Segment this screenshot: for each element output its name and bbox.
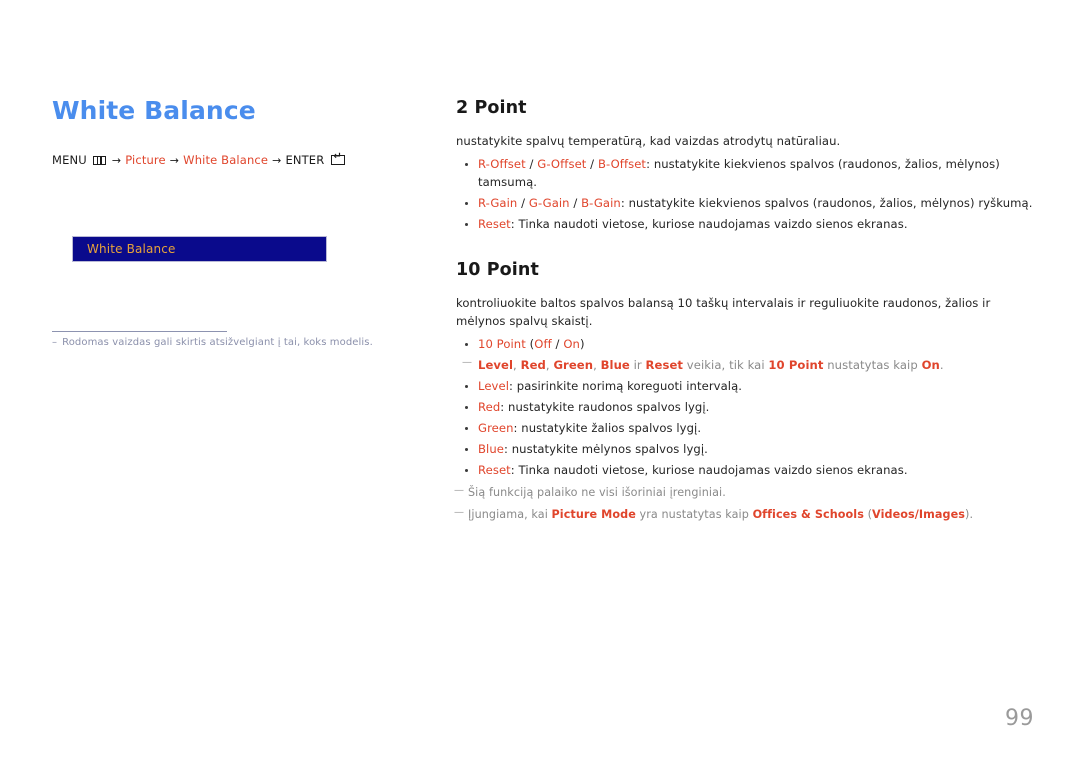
osd-selected-item-label: White Balance xyxy=(87,242,176,256)
section-list-1: 10 Point (Off / On) Level, Red, Green, Bl… xyxy=(456,336,1042,479)
section-0-item-2-part-0: Reset xyxy=(478,216,511,231)
section-1-tailnote-1-part-0: Įjungiama, kai xyxy=(468,508,552,522)
section-0-item-1-part-4: B-Gain xyxy=(581,195,621,210)
section-1-item-1-part-13: . xyxy=(939,357,944,372)
list-item: Blue: nustatykite mėlynos spalvos lygį. xyxy=(456,441,1042,458)
section-0-item-2-part-1: : Tinka naudoti vietose, kuriose naudoja… xyxy=(510,216,908,231)
section-heading-1: 10 Point xyxy=(456,260,539,281)
tail-note: Įjungiama, kai Picture Mode yra nustatyt… xyxy=(454,505,1042,524)
list-item: Reset: Tinka naudoti vietose, kuriose na… xyxy=(456,462,1042,479)
breadcrumb-arrow-1: → xyxy=(111,153,122,167)
section-1-tailnote-1-part-6: ). xyxy=(965,508,974,522)
list-item: Reset: Tinka naudoti vietose, kuriose na… xyxy=(456,216,1042,233)
section-1-item-0-part-4: On xyxy=(563,336,580,351)
section-1-item-3-part-1: : nustatykite raudonos spalvos lygį. xyxy=(500,399,710,414)
section-heading-0: 2 Point xyxy=(456,98,527,118)
section-1-item-1-part-1: , xyxy=(513,357,521,372)
section-0-item-1-part-5: : nustatykite kiekvienos spalvos (raudon… xyxy=(620,195,1033,210)
section-1-item-2-part-1: : pasirinkite norimą koreguoti intervalą… xyxy=(509,378,743,393)
list-item: 10 Point (Off / On) xyxy=(456,336,1042,353)
section-1-item-1-part-0: Level xyxy=(478,357,514,372)
section-1-item-5-part-0: Blue xyxy=(478,441,504,456)
section-0-item-1-part-0: R-Gain xyxy=(478,195,518,210)
section-1-item-5-part-1: : nustatykite mėlynos spalvos lygį. xyxy=(503,441,708,456)
section-1-item-0-part-5: ) xyxy=(579,336,585,351)
menu-path-breadcrumb: MENU → Picture → White Balance → ENTER xyxy=(52,152,422,167)
list-item: Green: nustatykite žalios spalvos lygį. xyxy=(456,420,1042,437)
footnote-text: Rodomas vaizdas gali skirtis atsižvelgia… xyxy=(62,337,373,348)
section-1-item-1-part-10: 10 Point xyxy=(768,357,824,372)
section-1-tailnote-0-part-0: Šią funkciją palaiko ne visi išoriniai į… xyxy=(468,486,726,500)
breadcrumb-arrow-3: → xyxy=(272,153,282,167)
section-0-item-0-part-3: / xyxy=(586,157,598,172)
footnote-dash: – xyxy=(52,337,58,348)
menu-label: MENU xyxy=(52,153,87,167)
section-0-item-1-part-1: / xyxy=(517,195,529,210)
page-title: White Balance xyxy=(52,96,256,125)
section-1-item-1-part-5: , xyxy=(593,357,601,372)
section-1-item-6-part-0: Reset xyxy=(478,462,511,477)
breadcrumb-arrow-2: → xyxy=(169,153,180,167)
breadcrumb-step-picture: Picture xyxy=(125,153,166,167)
section-1-item-4-part-1: : nustatykite žalios spalvos lygį. xyxy=(513,420,702,435)
section-list-0: R-Offset / G-Offset / B-Offset : nustatyk… xyxy=(456,156,1042,233)
section-0-item-1-part-2: G-Gain xyxy=(528,195,570,210)
section-1-item-1-part-12: On xyxy=(921,357,940,372)
list-item: R-Offset / G-Offset / B-Offset: nustatyk… xyxy=(456,156,1042,191)
section-1-tailnote-1-part-4: ( xyxy=(863,508,873,522)
manual-page: White Balance MENU → Picture → White Bal… xyxy=(0,0,1080,763)
section-1-item-2-part-0: Level xyxy=(478,378,510,393)
list-subnote: Level, Red, Green, Blue ir Reset veikia,… xyxy=(456,355,1042,374)
menu-icon xyxy=(92,155,106,165)
section-0-item-0-part-2: G-Offset xyxy=(537,157,587,172)
left-column: White Balance MENU → Picture → White Bal… xyxy=(52,96,422,167)
section-1-item-1-part-11: nustatytas kaip xyxy=(823,357,922,372)
section-1-item-4-part-0: Green xyxy=(478,420,514,435)
list-item: Red: nustatykite raudonos spalvos lygį. xyxy=(456,399,1042,416)
section-0-item-1-part-3: / xyxy=(569,195,582,210)
section-tail-notes-1: Šią funkciją palaiko ne visi išoriniai į… xyxy=(454,483,1042,524)
section-0-item-0-part-0: R-Offset xyxy=(478,157,526,172)
section-1-tailnote-1-part-5: Videos/Images xyxy=(872,508,966,522)
section-1-item-1-part-9: veikia, tik kai xyxy=(683,357,769,372)
section-1-item-1-part-2: Red xyxy=(520,357,546,372)
enter-label: ENTER xyxy=(285,153,325,167)
section-1-item-1-part-8: Reset xyxy=(645,357,684,372)
section-0-item-0-part-1: / xyxy=(525,157,538,172)
list-item: Level: pasirinkite norimą koreguoti inte… xyxy=(456,378,1042,395)
right-column: 2 Point nustatykite spalvų temperatūrą, k… xyxy=(454,98,1042,529)
left-footnote: – Rodomas vaizdas gali skirtis atsižvelg… xyxy=(52,336,412,351)
section-intro-1: kontroliuokite baltos spalvos balansą 10… xyxy=(456,296,991,328)
section-1-item-1-part-7: ir xyxy=(629,357,646,372)
section-1-item-1-part-4: Green xyxy=(553,357,594,372)
section-1-item-0-part-3: / xyxy=(551,336,564,351)
section-1-item-6-part-1: : Tinka naudoti vietose, kuriose naudoja… xyxy=(510,462,908,477)
section-1-item-0-part-2: Off xyxy=(534,336,552,351)
section-1-tailnote-1-part-2: yra nustatytas kaip xyxy=(635,508,753,522)
tail-note: Šią funkciją palaiko ne visi išoriniai į… xyxy=(454,483,1042,502)
section-1-item-3-part-0: Red xyxy=(478,399,501,414)
section-1-item-0-part-1: ( xyxy=(525,336,535,351)
footnote-divider xyxy=(52,331,227,332)
osd-menu-screenshot: White Balance xyxy=(72,236,327,262)
list-item: R-Gain / G-Gain / B-Gain: nustatykite ki… xyxy=(456,195,1042,212)
breadcrumb-step-white-balance: White Balance xyxy=(183,153,269,167)
section-1-tailnote-1-part-1: Picture Mode xyxy=(551,508,636,522)
enter-icon xyxy=(331,152,346,165)
section-1-item-0-part-0: 10 Point xyxy=(478,336,526,351)
section-0-item-0-part-4: B-Offset xyxy=(597,157,647,172)
section-1-tailnote-1-part-3: Offices & Schools xyxy=(752,508,864,522)
page-number: 99 xyxy=(1005,706,1034,731)
section-intro-0: nustatykite spalvų temperatūrą, kad vaiz… xyxy=(456,134,841,148)
section-1-item-1-part-6: Blue xyxy=(600,357,630,372)
